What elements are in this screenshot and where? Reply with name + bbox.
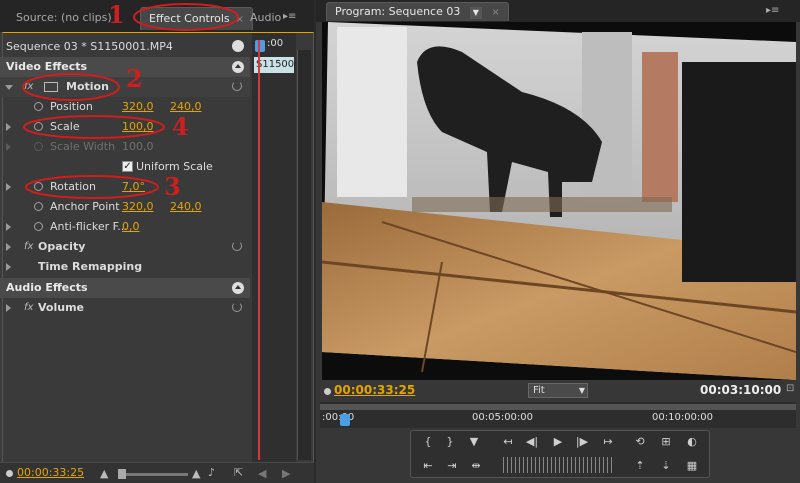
annotation-number-4: 4: [172, 112, 189, 141]
annotation-circle-rotation: [25, 175, 159, 199]
annotation-circle-scale: [23, 115, 165, 139]
annotation-overlay: [22, 3, 239, 199]
annotation-number-2: 2: [126, 64, 143, 93]
annotation-circle-motion: [22, 73, 120, 101]
annotation-number-1: 1: [108, 0, 125, 29]
annotation-number-3: 3: [164, 172, 181, 201]
annotation-circle-effect-controls: [133, 3, 239, 31]
